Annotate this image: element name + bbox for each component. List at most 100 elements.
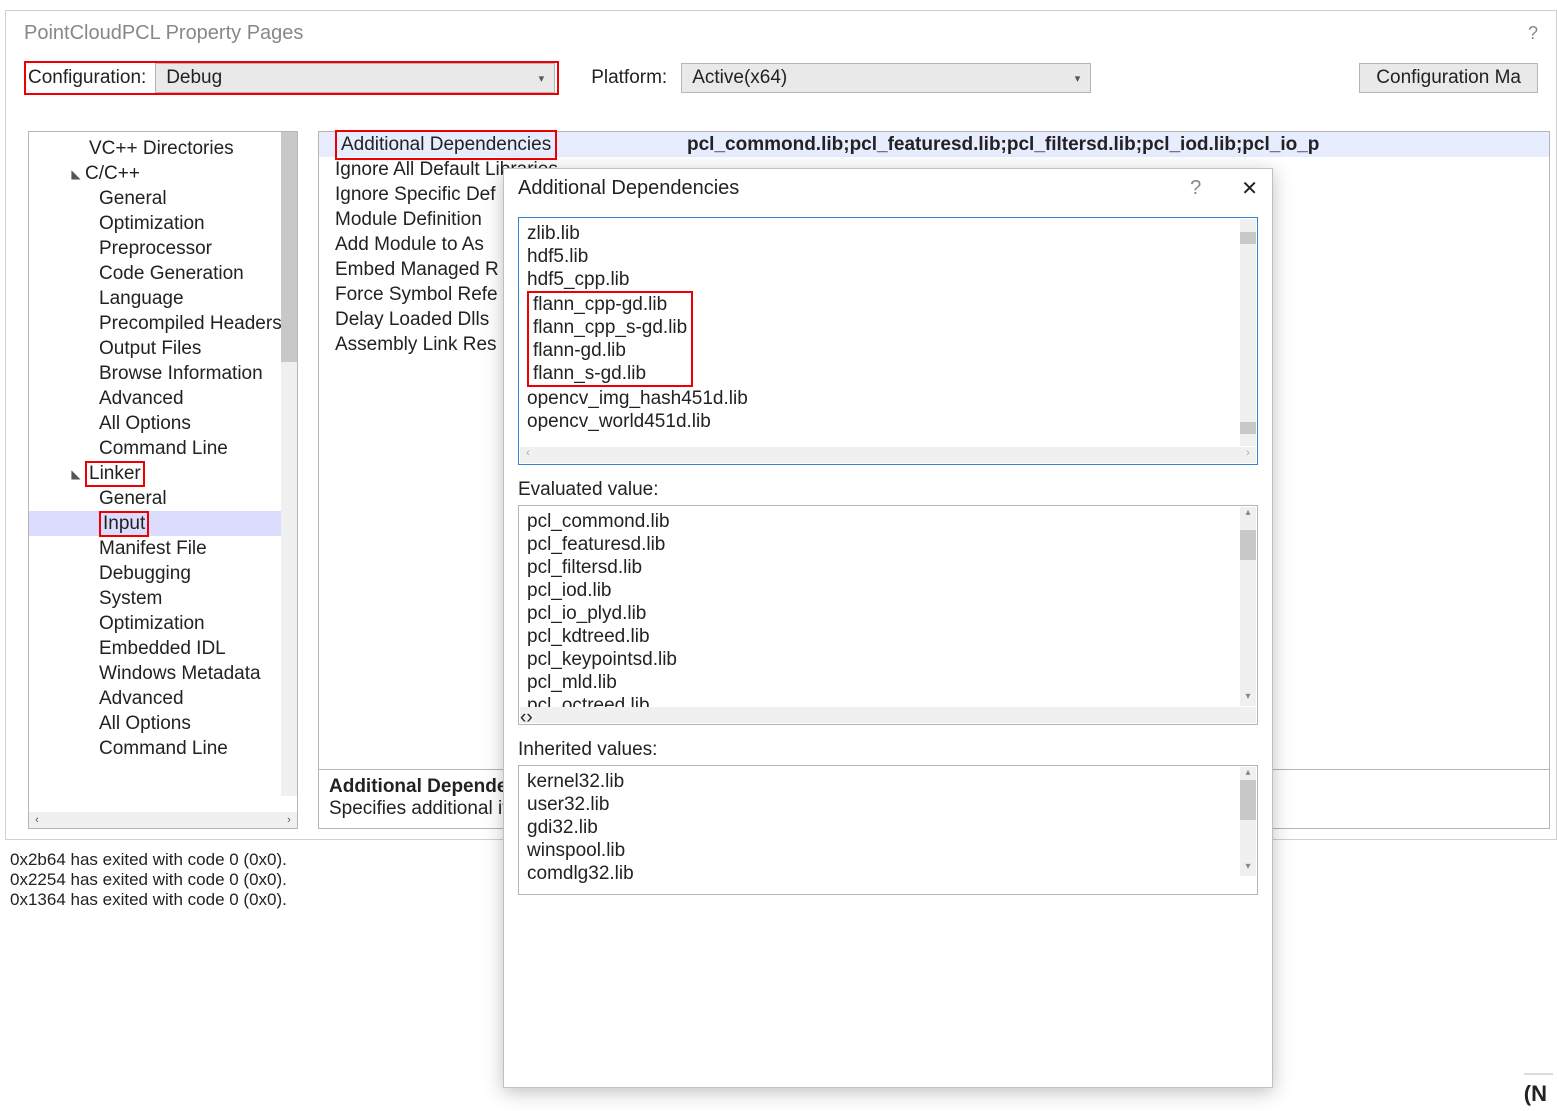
tree-item-advanced[interactable]: Advanced — [29, 386, 297, 411]
close-icon[interactable]: ✕ — [1241, 176, 1258, 201]
tree-item-vc-directories[interactable]: VC++ Directories — [29, 136, 297, 161]
scroll-right-icon[interactable]: › — [526, 707, 532, 723]
scroll-left-icon[interactable]: ‹ — [520, 447, 536, 463]
tree-item-manifest-file[interactable]: Manifest File — [29, 536, 297, 561]
tree-item-label: Preprocessor — [99, 238, 212, 260]
scroll-right-icon[interactable]: › — [1240, 447, 1256, 463]
tree-item-general[interactable]: General — [29, 186, 297, 211]
configuration-manager-button[interactable]: Configuration Ma — [1359, 63, 1538, 93]
tree-hscrollbar[interactable]: ‹ › — [29, 812, 297, 828]
tree-item-preprocessor[interactable]: Preprocessor — [29, 236, 297, 261]
tree-item-system[interactable]: System — [29, 586, 297, 611]
tree-item-label: All Options — [99, 413, 191, 435]
inherited-values-listbox[interactable]: kernel32.libuser32.libgdi32.libwinspool.… — [518, 765, 1258, 895]
tree-item-language[interactable]: Language — [29, 286, 297, 311]
scroll-up-icon[interactable]: ▴ — [1240, 767, 1256, 781]
window-title: PointCloudPCL Property Pages — [24, 22, 303, 45]
tree-item-label: Windows Metadata — [99, 663, 261, 685]
tree-item-label: Browse Information — [99, 363, 263, 385]
tree-item-windows-metadata[interactable]: Windows Metadata — [29, 661, 297, 686]
tree-item-label: Input — [99, 511, 149, 537]
tree-vscroll-thumb[interactable] — [281, 132, 297, 362]
scroll-up-icon[interactable]: ▴ — [1240, 507, 1256, 521]
grid-row[interactable]: Additional Dependenciespcl_commond.lib;p… — [319, 132, 1549, 157]
expand-arrow-icon[interactable]: ◣ — [69, 467, 83, 481]
tree-item-code-generation[interactable]: Code Generation — [29, 261, 297, 286]
tree-item-optimization[interactable]: Optimization — [29, 211, 297, 236]
tree-scroll[interactable]: VC++ Directories◣C/C++GeneralOptimizatio… — [29, 132, 297, 812]
evaluated-entry: pcl_kdtreed.lib — [527, 625, 1249, 648]
platform-label: Platform: — [591, 67, 667, 89]
scroll-left-icon[interactable]: ‹ — [29, 812, 45, 828]
titlebar: PointCloudPCL Property Pages ? — [6, 11, 1556, 55]
tree-item-optimization[interactable]: Optimization — [29, 611, 297, 636]
help-icon[interactable]: ? — [1190, 177, 1201, 200]
inherited-values-content: kernel32.libuser32.libgdi32.libwinspool.… — [519, 766, 1257, 889]
inherited-values-label: Inherited values: — [518, 739, 1258, 761]
textbox-hscrollbar[interactable]: ‹ › — [520, 447, 1256, 463]
evaluated-value-content: pcl_commond.libpcl_featuresd.libpcl_filt… — [519, 506, 1257, 721]
scroll-down-icon[interactable]: ▾ — [1240, 691, 1256, 705]
help-icon[interactable]: ? — [1528, 23, 1538, 44]
textbox-vscroll-thumb[interactable] — [1240, 422, 1256, 434]
textbox-vscroll-thumb[interactable] — [1240, 232, 1256, 244]
evaluated-entry: pcl_keypointsd.lib — [527, 648, 1249, 671]
evaluated-entry: pcl_mld.lib — [527, 671, 1249, 694]
tree-item-label: Manifest File — [99, 538, 207, 560]
inherited-entry: winspool.lib — [527, 839, 1249, 862]
tree-item-label: VC++ Directories — [89, 138, 234, 160]
dependency-entry: opencv_img_hash451d.lib — [527, 387, 1249, 410]
platform-dropdown[interactable]: Active(x64) ▾ — [681, 63, 1091, 93]
tree-item-label: Linker — [85, 461, 145, 487]
chevron-down-icon: ▾ — [539, 72, 545, 85]
configuration-dropdown[interactable]: Debug ▾ — [155, 63, 555, 93]
tree-item-label: Debugging — [99, 563, 191, 585]
listbox-hscrollbar[interactable]: ‹ › — [520, 707, 1256, 723]
tree-item-label: Optimization — [99, 213, 205, 235]
tree-item-precompiled-headers[interactable]: Precompiled Headers — [29, 311, 297, 336]
tree-item-label: Language — [99, 288, 184, 310]
dependency-entry: flann_cpp-gd.lib — [533, 293, 687, 316]
tree-item-output-files[interactable]: Output Files — [29, 336, 297, 361]
scroll-down-icon[interactable]: ▾ — [1240, 861, 1256, 875]
evaluated-value-listbox[interactable]: pcl_commond.libpcl_featuresd.libpcl_filt… — [518, 505, 1258, 725]
tree-item-general[interactable]: General — [29, 486, 297, 511]
inherited-entry: user32.lib — [527, 793, 1249, 816]
grid-prop-name: Additional Dependencies — [319, 130, 679, 160]
dependency-entry: zlib.lib — [527, 222, 1249, 245]
listbox-vscroll-thumb[interactable] — [1240, 530, 1256, 560]
textbox-vscrollbar[interactable] — [1240, 219, 1256, 446]
dependencies-text-content: zlib.libhdf5.libhdf5_cpp.libflann_cpp-gd… — [519, 218, 1257, 437]
dependency-entry: flann-gd.lib — [533, 339, 687, 362]
tree-item-linker[interactable]: ◣Linker — [29, 461, 297, 486]
expand-arrow-icon[interactable]: ◣ — [69, 167, 83, 181]
evaluated-entry: pcl_commond.lib — [527, 510, 1249, 533]
tree-item-embedded-idl[interactable]: Embedded IDL — [29, 636, 297, 661]
tree-item-advanced[interactable]: Advanced — [29, 686, 297, 711]
tree-item-all-options[interactable]: All Options — [29, 711, 297, 736]
tree-item-c-c-[interactable]: ◣C/C++ — [29, 161, 297, 186]
configuration-manager-label: Configuration Ma — [1376, 67, 1521, 89]
tree-item-all-options[interactable]: All Options — [29, 411, 297, 436]
tree-item-browse-information[interactable]: Browse Information — [29, 361, 297, 386]
inherited-entry: kernel32.lib — [527, 770, 1249, 793]
dependencies-textbox[interactable]: zlib.libhdf5.libhdf5_cpp.libflann_cpp-gd… — [518, 217, 1258, 465]
listbox-vscroll-thumb[interactable] — [1240, 780, 1256, 820]
tree-panel: VC++ Directories◣C/C++GeneralOptimizatio… — [28, 131, 298, 829]
tree-item-label: Code Generation — [99, 263, 244, 285]
evaluated-entry: pcl_iod.lib — [527, 579, 1249, 602]
bottom-right-fragment: (N — [1524, 1073, 1553, 1107]
evaluated-entry: pcl_featuresd.lib — [527, 533, 1249, 556]
dialog-titlebar: Additional Dependencies ? ✕ — [504, 169, 1272, 207]
tree-item-debugging[interactable]: Debugging — [29, 561, 297, 586]
tree-item-input[interactable]: Input — [29, 511, 297, 536]
grid-prop-value[interactable]: pcl_commond.lib;pcl_featuresd.lib;pcl_fi… — [679, 134, 1549, 156]
scroll-right-icon[interactable]: › — [281, 812, 297, 828]
evaluated-entry: pcl_filtersd.lib — [527, 556, 1249, 579]
tree-item-command-line[interactable]: Command Line — [29, 736, 297, 761]
tree-item-command-line[interactable]: Command Line — [29, 436, 297, 461]
tree-item-label: System — [99, 588, 162, 610]
dependency-entry: hdf5_cpp.lib — [527, 268, 1249, 291]
configuration-label: Configuration: — [28, 67, 146, 89]
evaluated-value-label: Evaluated value: — [518, 479, 1258, 501]
